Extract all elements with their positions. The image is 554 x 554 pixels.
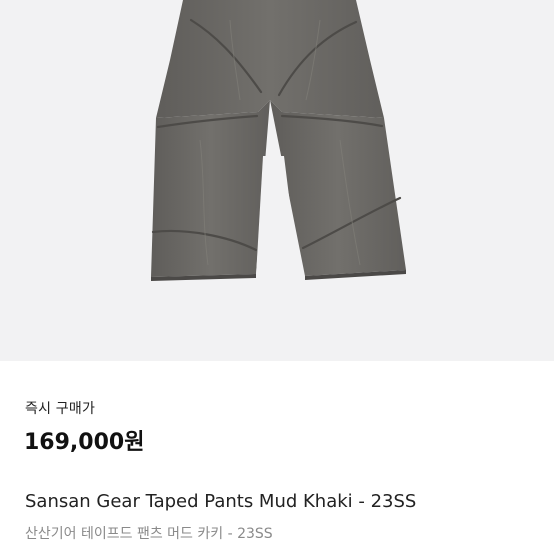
price-caption: 즉시 구매가 [25, 401, 96, 417]
product-image[interactable] [0, 0, 554, 361]
product-detail-page: 즉시 구매가 169,000원 Sansan Gear Taped Pants … [0, 0, 554, 554]
product-title-english[interactable]: Sansan Gear Taped Pants Mud Khaki - 23SS [25, 491, 416, 512]
pants-product-photo [151, 0, 406, 281]
product-info: 즉시 구매가 169,000원 Sansan Gear Taped Pants … [0, 361, 554, 554]
price-value: 169,000원 [24, 430, 145, 455]
pants-left-leg [151, 100, 270, 277]
product-title-korean: 산산기어 테이프드 팬츠 머드 카키 - 23SS [25, 526, 273, 542]
pants-upper [156, 0, 384, 118]
